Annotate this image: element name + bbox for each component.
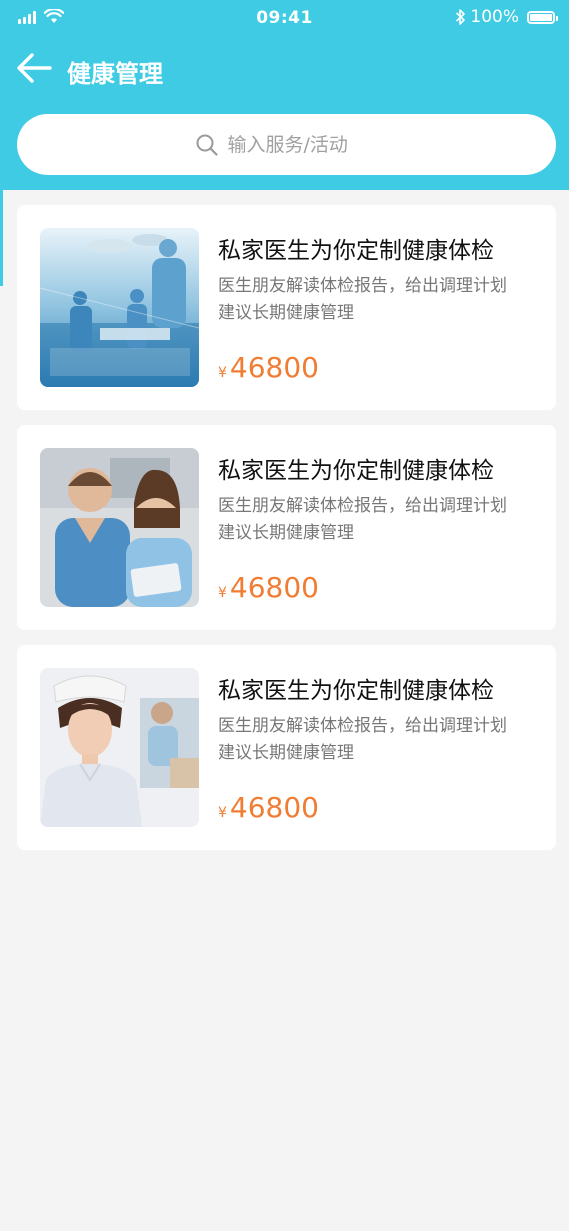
service-card[interactable]: 私家医生为你定制健康体检 医生朋友解读体检报告，给出调理计划 建议长期健康管理 … bbox=[17, 205, 556, 410]
status-bar: 09:41 100% bbox=[0, 0, 569, 36]
card-description: 医生朋友解读体检报告，给出调理计划 建议长期健康管理 bbox=[218, 273, 538, 327]
doctor-pair-photo bbox=[40, 448, 199, 607]
bluetooth-icon bbox=[456, 9, 466, 25]
nav-bar: 健康管理 bbox=[0, 44, 569, 94]
card-price: ¥ 46800 bbox=[218, 571, 319, 604]
card-description: 医生朋友解读体检报告，给出调理计划 建议长期健康管理 bbox=[218, 713, 538, 767]
status-right: 100% bbox=[455, 7, 558, 27]
scroll-indicator bbox=[0, 190, 3, 286]
service-card[interactable]: 私家医生为你定制健康体检 医生朋友解读体检报告，给出调理计划 建议长期健康管理 … bbox=[17, 425, 556, 630]
currency-symbol: ¥ bbox=[218, 585, 227, 601]
card-description-line: 医生朋友解读体检报告，给出调理计划 bbox=[218, 716, 507, 736]
card-description-line: 建议长期健康管理 bbox=[218, 303, 354, 323]
search-icon bbox=[196, 134, 218, 156]
nurse-photo bbox=[40, 668, 199, 827]
battery-icon bbox=[527, 10, 558, 24]
card-title: 私家医生为你定制健康体检 bbox=[218, 238, 494, 264]
card-description-line: 建议长期健康管理 bbox=[218, 523, 354, 543]
surgery-team-photo bbox=[40, 228, 199, 387]
search-input[interactable] bbox=[227, 133, 378, 156]
battery-percentage: 100% bbox=[470, 7, 519, 27]
price-value: 46800 bbox=[229, 571, 319, 604]
currency-symbol: ¥ bbox=[218, 365, 227, 381]
back-arrow-icon bbox=[17, 53, 52, 83]
service-card[interactable]: 私家医生为你定制健康体检 医生朋友解读体检报告，给出调理计划 建议长期健康管理 … bbox=[17, 645, 556, 850]
card-description-line: 医生朋友解读体检报告，给出调理计划 bbox=[218, 496, 507, 516]
currency-symbol: ¥ bbox=[218, 805, 227, 821]
card-description-line: 医生朋友解读体检报告，给出调理计划 bbox=[218, 276, 507, 296]
card-title: 私家医生为你定制健康体检 bbox=[218, 678, 494, 704]
price-value: 46800 bbox=[229, 791, 319, 824]
price-value: 46800 bbox=[229, 351, 319, 384]
card-price: ¥ 46800 bbox=[218, 351, 319, 384]
header: 09:41 100% 健康管理 bbox=[0, 0, 569, 190]
page-title: 健康管理 bbox=[67, 60, 163, 88]
back-button[interactable] bbox=[16, 50, 56, 86]
card-price: ¥ 46800 bbox=[218, 791, 319, 824]
card-description: 医生朋友解读体检报告，给出调理计划 建议长期健康管理 bbox=[218, 493, 538, 547]
card-title: 私家医生为你定制健康体检 bbox=[218, 458, 494, 484]
card-description-line: 建议长期健康管理 bbox=[218, 743, 354, 763]
search-bar[interactable] bbox=[17, 114, 556, 175]
